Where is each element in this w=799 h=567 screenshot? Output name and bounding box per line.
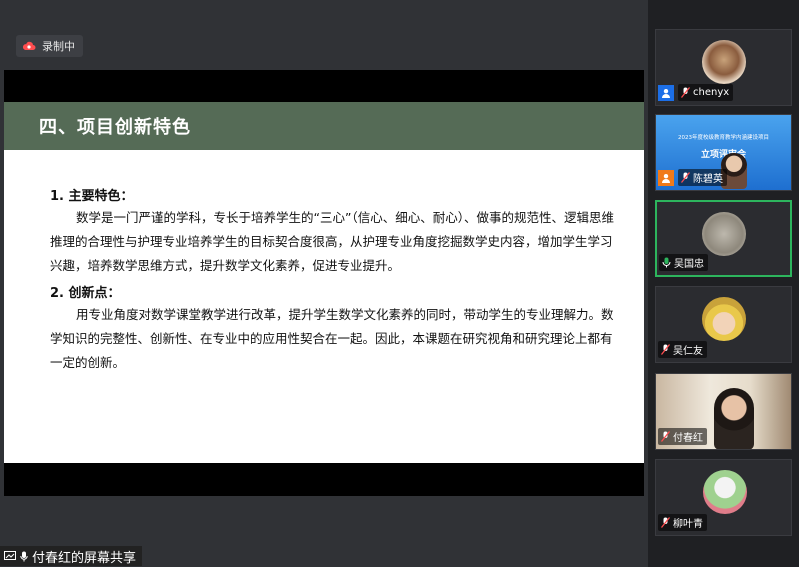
avatar [703,470,747,514]
section-paragraph-innovation: 用专业角度对数学课堂教学进行改革，提升学生数学文化素养的同时，带动学生的专业理解… [50,307,614,370]
microphone-muted-icon [661,344,670,355]
microphone-active-icon [662,257,671,268]
recording-indicator[interactable]: 录制中 [16,35,83,57]
microphone-muted-icon [661,431,670,442]
participant-sidebar: chenyx 2023年度校级教育教学内涵建设项目 立项评审会 陈碧英 吴国忠 [648,0,799,567]
participant-name-tag: 吴国忠 [659,254,708,271]
participant-name-tag: 陈碧英 [678,169,727,186]
host-icon [658,170,674,186]
participant-name-tag: 吴仁友 [658,341,707,358]
participant-tile-chenyx[interactable]: chenyx [655,29,792,106]
participant-tile-liuyeqing[interactable]: 柳叶青 [655,459,792,536]
avatar [702,40,746,84]
avatar [702,297,746,341]
participant-tile-fuchunhong[interactable]: 付春红 [655,373,792,450]
participant-name-tag: 柳叶青 [658,514,707,531]
participant-tile-wuguozhong[interactable]: 吴国忠 [655,200,792,277]
recording-label: 录制中 [42,40,75,53]
microphone-muted-icon [661,517,670,528]
screen-share-label: 付春红的屏幕共享 [0,546,143,566]
participant-tile-chenbiying[interactable]: 2023年度校级教育教学内涵建设项目 立项评审会 陈碧英 [655,114,792,191]
screen-share-text: 付春红的屏幕共享 [32,550,137,566]
section-paragraph-features: 数学是一门严谨的学科，专长于培养学生的“三心”（信心、细心、耐心）、做事的规范性… [50,210,614,273]
participant-name-tag: 付春红 [658,428,707,445]
microphone-muted-icon [681,87,690,98]
cloud-record-icon [22,41,36,50]
slide-title: 四、项目创新特色 [39,117,191,138]
slide-header: 四、项目创新特色 [4,102,644,150]
section-heading-innovation: 2. 创新点： [50,286,121,301]
slide-top-band [4,70,644,102]
screen-share-icon [4,551,16,560]
section-heading-features: 1. 主要特色： [50,189,134,204]
host-icon [658,85,674,101]
avatar [702,212,746,256]
participant-name-tag: chenyx [678,84,734,101]
video-banner-line1: 2023年度校级教育教学内涵建设项目 [678,135,769,141]
slide-body: 1. 主要特色： 数学是一门严谨的学科，专长于培养学生的“三心”（信心、细心、耐… [4,150,644,463]
participant-video [714,388,754,449]
microphone-muted-icon [681,172,690,183]
microphone-icon [20,551,28,561]
participant-tile-wurenyou[interactable]: 吴仁友 [655,286,792,363]
shared-screen-area: 录制中 四、项目创新特色 1. 主要特色： 数学是一门严谨的学科，专长于培养学生… [0,0,648,567]
slide-bottom-band [4,463,644,496]
